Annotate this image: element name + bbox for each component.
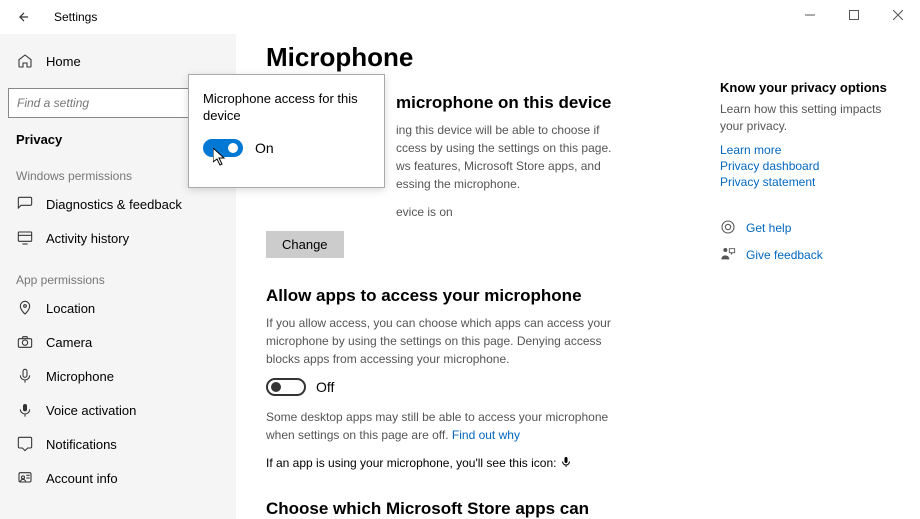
sidebar-item-diagnostics[interactable]: Diagnostics & feedback bbox=[0, 187, 236, 221]
section2-note-wrap: Some desktop apps may still be able to a… bbox=[266, 408, 626, 444]
titlebar: Settings bbox=[0, 0, 920, 34]
section2-using: If an app is using your microphone, you'… bbox=[266, 456, 556, 470]
sidebar-item-voice[interactable]: Voice activation bbox=[0, 393, 236, 427]
toggle-off-icon bbox=[266, 378, 306, 396]
toggle-state-label: Off bbox=[316, 379, 334, 395]
sidebar-heading-app-permissions: App permissions bbox=[0, 255, 236, 291]
learn-more-link[interactable]: Learn more bbox=[720, 143, 900, 157]
privacy-options-title: Know your privacy options bbox=[720, 80, 900, 95]
activity-icon bbox=[16, 230, 34, 246]
give-feedback-link[interactable]: Give feedback bbox=[720, 246, 900, 265]
device-mic-toggle[interactable]: On bbox=[203, 139, 370, 157]
right-panel: Know your privacy options Learn how this… bbox=[720, 80, 900, 273]
section1-line2: ccess by using the settings on this page… bbox=[396, 141, 611, 155]
popup-text: Microphone access for this device bbox=[203, 91, 370, 125]
maximize-button[interactable] bbox=[832, 0, 876, 30]
sidebar-item-label: Location bbox=[46, 301, 95, 316]
section3-title: Choose which Microsoft Store apps can ac… bbox=[266, 499, 646, 519]
account-icon bbox=[16, 470, 34, 486]
help-icon bbox=[720, 219, 736, 238]
home-icon bbox=[16, 53, 34, 69]
sidebar-item-label: Microphone bbox=[46, 369, 114, 384]
sidebar-item-microphone[interactable]: Microphone bbox=[0, 359, 236, 393]
feedback-person-icon bbox=[720, 246, 736, 265]
sidebar-item-notifications[interactable]: Notifications bbox=[0, 427, 236, 461]
sidebar-item-activity[interactable]: Activity history bbox=[0, 221, 236, 255]
get-help-link[interactable]: Get help bbox=[720, 219, 900, 238]
close-button[interactable] bbox=[876, 0, 920, 30]
location-icon bbox=[16, 300, 34, 316]
microphone-icon bbox=[16, 368, 34, 384]
voice-icon bbox=[16, 402, 34, 418]
sidebar-item-account[interactable]: Account info bbox=[0, 461, 236, 495]
sidebar-home-label: Home bbox=[46, 54, 81, 69]
find-out-why-link[interactable]: Find out why bbox=[452, 428, 520, 442]
section1-line3: ws features, Microsoft Store apps, and bbox=[396, 159, 601, 173]
popup-toggle-state: On bbox=[255, 140, 274, 156]
page-title: Microphone bbox=[266, 42, 890, 73]
sidebar-item-label: Diagnostics & feedback bbox=[46, 197, 182, 212]
notifications-icon bbox=[16, 436, 34, 452]
section1-line1: ing this device will be able to choose i… bbox=[396, 123, 599, 137]
sidebar-item-label: Account info bbox=[46, 471, 118, 486]
allow-apps-toggle[interactable]: Off bbox=[266, 378, 890, 396]
mic-in-use-icon bbox=[560, 455, 572, 473]
sidebar-item-label: Notifications bbox=[46, 437, 117, 452]
privacy-dashboard-link[interactable]: Privacy dashboard bbox=[720, 159, 900, 173]
sidebar-item-label: Camera bbox=[46, 335, 92, 350]
feedback-icon bbox=[16, 196, 34, 212]
section1-line4: essing the microphone. bbox=[396, 177, 520, 191]
sidebar-item-label: Voice activation bbox=[46, 403, 136, 418]
sidebar-item-label: Activity history bbox=[46, 231, 129, 246]
section1-status: evice is on bbox=[396, 203, 756, 221]
section2-note: Some desktop apps may still be able to a… bbox=[266, 410, 608, 442]
sidebar-item-camera[interactable]: Camera bbox=[0, 325, 236, 359]
back-button[interactable] bbox=[10, 3, 38, 31]
camera-icon bbox=[16, 334, 34, 350]
privacy-statement-link[interactable]: Privacy statement bbox=[720, 175, 900, 189]
window-title: Settings bbox=[54, 10, 97, 24]
window-controls bbox=[788, 0, 920, 30]
change-button[interactable]: Change bbox=[266, 231, 344, 258]
mic-access-popup: Microphone access for this device On bbox=[188, 74, 385, 188]
privacy-options-body: Learn how this setting impacts your priv… bbox=[720, 101, 900, 135]
section2-title: Allow apps to access your microphone bbox=[266, 286, 890, 306]
section2-body: If you allow access, you can choose whic… bbox=[266, 314, 626, 368]
minimize-button[interactable] bbox=[788, 0, 832, 30]
toggle-on-icon bbox=[203, 139, 243, 157]
section2-using-wrap: If an app is using your microphone, you'… bbox=[266, 454, 626, 473]
sidebar-item-location[interactable]: Location bbox=[0, 291, 236, 325]
sidebar-home[interactable]: Home bbox=[0, 44, 236, 78]
